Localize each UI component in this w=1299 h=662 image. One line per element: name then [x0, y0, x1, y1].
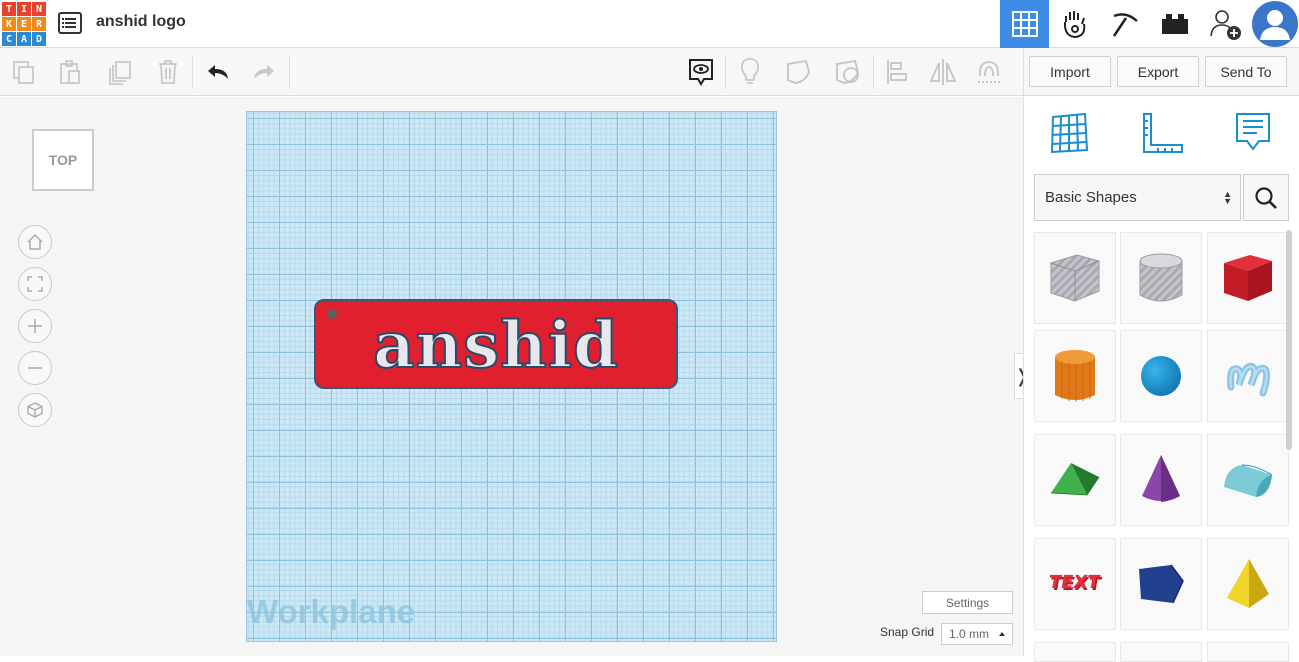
shape-roof[interactable]	[1034, 434, 1116, 526]
export-button[interactable]: Export	[1117, 56, 1199, 87]
trash-icon[interactable]	[148, 48, 188, 96]
perspective-icon[interactable]	[18, 393, 52, 427]
design-text-shape[interactable]: anshid	[316, 310, 676, 382]
snap-grid-select[interactable]: 1.0 mm	[941, 623, 1013, 645]
logo-letter: E	[17, 17, 31, 31]
keychain-tag-shape[interactable]: anshid	[314, 299, 678, 389]
edit-toolbar: Import Export Send To	[0, 48, 1299, 96]
shapes-panel: Basic Shapes ▲ ▼ TEXT TEXT	[1023, 97, 1299, 662]
logo-letter: C	[2, 32, 16, 46]
shape-cylinder-hole[interactable]	[1120, 232, 1202, 324]
duplicate-icon[interactable]	[100, 48, 140, 96]
shape-next-row[interactable]	[1034, 642, 1116, 662]
shape-box[interactable]	[1207, 232, 1289, 324]
shape-next-row[interactable]	[1120, 642, 1202, 662]
panel-scrollbar[interactable]	[1286, 230, 1292, 450]
ruler-icon[interactable]	[1138, 109, 1186, 157]
bulb-icon[interactable]	[730, 48, 770, 96]
logo-letter: R	[32, 17, 46, 31]
shape-category-label: Basic Shapes	[1045, 189, 1137, 206]
shape-text[interactable]: TEXT TEXT	[1034, 538, 1116, 630]
logo-letter: A	[17, 32, 31, 46]
solid-icon[interactable]	[779, 48, 819, 96]
add-user-icon[interactable]	[1200, 0, 1249, 48]
workplane-icon[interactable]	[1045, 109, 1093, 157]
magnet-icon[interactable]	[970, 48, 1010, 96]
redo-icon[interactable]	[244, 48, 284, 96]
fit-icon[interactable]	[18, 267, 52, 301]
snap-grid-label: Snap Grid	[880, 625, 935, 639]
undo-icon[interactable]	[198, 48, 238, 96]
logo-letter: T	[2, 2, 16, 16]
zoom-out-icon[interactable]	[18, 351, 52, 385]
design-viewport[interactable]: TOP Workplane anshid ❭ Settings Snap Gri…	[0, 97, 1030, 656]
tinkercad-logo[interactable]: TIN KER CAD	[2, 2, 46, 46]
caret-up-icon	[999, 632, 1005, 636]
logo-letter: I	[17, 2, 31, 16]
shape-cylinder[interactable]	[1034, 330, 1116, 422]
pickaxe-icon[interactable]	[1100, 0, 1149, 48]
workplane[interactable]: Workplane anshid	[246, 111, 777, 642]
shape-box-hole[interactable]	[1034, 232, 1116, 324]
paste-icon[interactable]	[50, 48, 90, 96]
project-title[interactable]: anshid logo	[96, 13, 186, 31]
grid-icon[interactable]	[1000, 0, 1049, 48]
copy-icon[interactable]	[4, 48, 44, 96]
import-button[interactable]: Import	[1029, 56, 1111, 87]
shape-round-roof[interactable]	[1207, 434, 1289, 526]
select-arrows-icon: ▲ ▼	[1223, 189, 1232, 206]
snap-grid-value: 1.0 mm	[949, 627, 990, 641]
view-cube[interactable]: TOP	[32, 129, 94, 191]
notes-icon[interactable]	[681, 48, 721, 96]
shape-pyramid[interactable]	[1207, 538, 1289, 630]
logo-letter: K	[2, 17, 16, 31]
hand-icon[interactable]	[1050, 0, 1099, 48]
notes-panel-icon[interactable]	[1229, 109, 1277, 157]
settings-button[interactable]: Settings	[922, 591, 1013, 614]
logo-letter: D	[32, 32, 46, 46]
hole-icon[interactable]	[828, 48, 868, 96]
top-bar: TIN KER CAD anshid logo	[0, 0, 1299, 48]
send-to-button[interactable]: Send To	[1205, 56, 1287, 87]
zoom-in-icon[interactable]	[18, 309, 52, 343]
shape-next-row[interactable]	[1207, 642, 1289, 662]
shape-category-select[interactable]: Basic Shapes ▲ ▼	[1034, 174, 1241, 221]
shape-scribble[interactable]	[1207, 330, 1289, 422]
design-list-icon[interactable]	[58, 12, 82, 34]
workplane-label: Workplane	[247, 593, 416, 630]
shape-sphere[interactable]	[1120, 330, 1202, 422]
svg-text:TEXT: TEXT	[1047, 572, 1102, 593]
home-icon[interactable]	[18, 225, 52, 259]
avatar-icon[interactable]	[1250, 0, 1299, 48]
shape-polygon[interactable]	[1120, 538, 1202, 630]
logo-letter: N	[32, 2, 46, 16]
mirror-icon[interactable]	[923, 48, 963, 96]
shape-cone[interactable]	[1120, 434, 1202, 526]
search-icon[interactable]	[1243, 174, 1289, 221]
brick-icon[interactable]	[1150, 0, 1199, 48]
align-icon[interactable]	[877, 48, 917, 96]
